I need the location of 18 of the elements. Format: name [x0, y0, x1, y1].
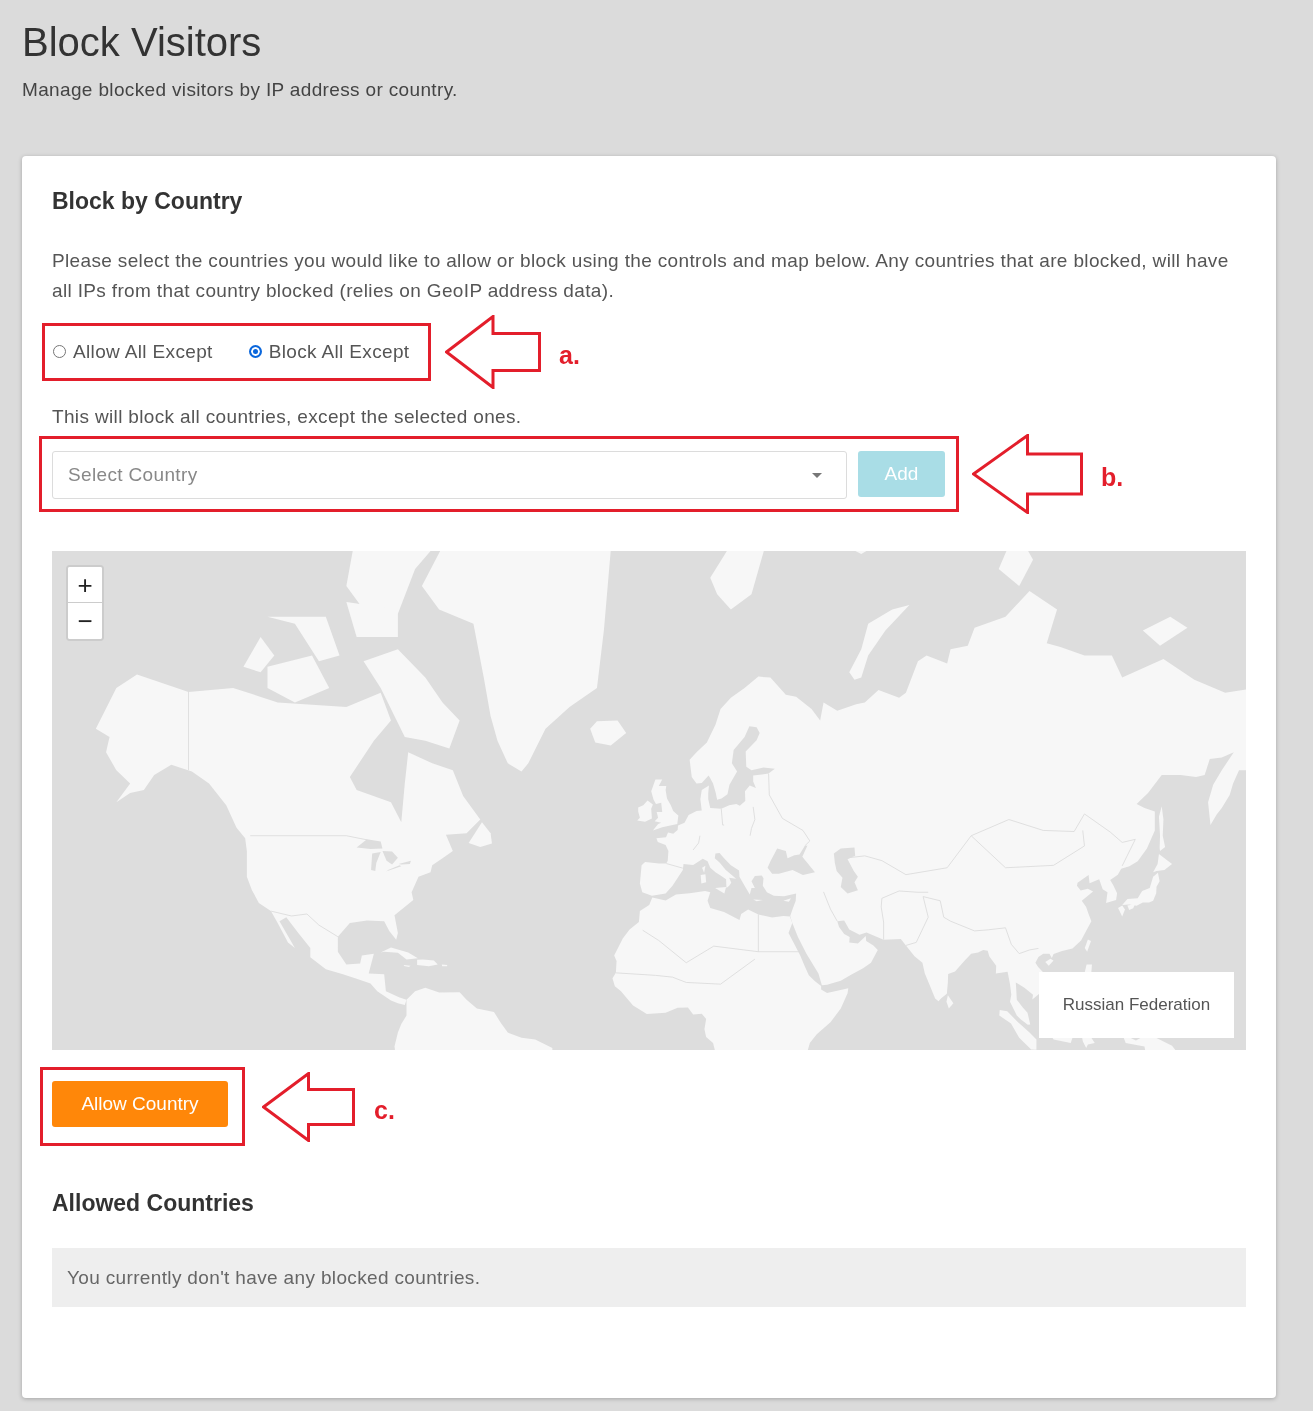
radio-label[interactable]: Allow All Except	[73, 340, 213, 364]
country-select[interactable]: Select Country	[52, 451, 847, 499]
section-title: Block by Country	[52, 187, 244, 216]
mode-hint: This will block all countries, except the selected ones.	[52, 405, 523, 429]
callout-label: b.	[1101, 462, 1124, 492]
radio-button[interactable]	[248, 344, 262, 358]
page-subtitle: Manage blocked visitors by IP address or country.	[22, 78, 459, 102]
callout-label: c.	[374, 1094, 395, 1125]
section-description: Please select the countries you would like to allow or block using the controls and map below. Any countries that are blocked, will have all IPs from that country blocked (relies on GeoIP address data).	[52, 249, 1230, 303]
zoom-in-button[interactable]: +	[68, 567, 102, 603]
radio-button[interactable]	[53, 344, 66, 358]
section-title: Allowed Countries	[52, 1189, 255, 1218]
caret-icon	[812, 472, 822, 478]
radio-label[interactable]: Block All Except	[268, 340, 410, 364]
callout-label: a.	[559, 340, 580, 370]
country-tooltip: Russian Federation	[1039, 972, 1234, 1038]
page-title: Block Visitors	[22, 19, 263, 66]
empty-message: You currently don't have any blocked countries.	[52, 1248, 1246, 1307]
